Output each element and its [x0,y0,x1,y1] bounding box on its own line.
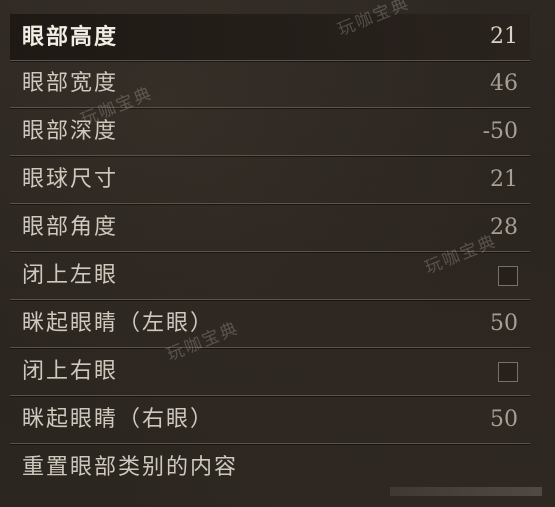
row-label: 眼球尺寸 [22,167,119,192]
menu-row-reset-eye-category[interactable]: 重置眼部类别的内容 [10,445,530,491]
row-value: 21 [490,167,518,192]
menu-row-eye-depth[interactable]: 眼部深度 -50 [10,109,530,156]
menu-row-eye-width[interactable]: 眼部宽度 46 [10,61,530,108]
row-label: 眼部高度 [22,24,119,50]
row-label: 眯起眼睛（右眼） [22,407,215,432]
menu-row-eyeball-size[interactable]: 眼球尺寸 21 [10,157,530,204]
row-value: 46 [490,71,518,96]
row-label: 闭上左眼 [22,263,119,288]
menu-row-squint-right-eye[interactable]: 眯起眼睛（右眼） 50 [10,397,530,444]
row-value: 50 [490,407,518,432]
menu-row-eye-angle[interactable]: 眼部角度 28 [10,205,530,252]
row-value: 28 [490,215,518,240]
menu-row-close-left-eye[interactable]: 闭上左眼 [10,253,530,300]
row-value: 50 [490,311,518,336]
menu-row-squint-left-eye[interactable]: 眯起眼睛（左眼） 50 [10,301,530,348]
row-label: 眼部深度 [22,119,119,144]
row-label: 眼部宽度 [22,71,119,96]
close-left-eye-checkbox[interactable] [498,266,518,286]
row-label: 眼部角度 [22,215,119,240]
menu-row-close-right-eye[interactable]: 闭上右眼 [10,349,530,396]
reset-eye-category-button-label: 重置眼部类别的内容 [22,455,239,480]
row-value: -50 [482,119,518,144]
row-value: 21 [490,24,518,49]
face-editor-panel: 眼部高度 21 眼部宽度 46 眼部深度 -50 眼球尺寸 21 眼部角度 28… [0,0,555,507]
menu-row-eye-height[interactable]: 眼部高度 21 [10,14,530,61]
row-label: 闭上右眼 [22,359,119,384]
row-label: 眯起眼睛（左眼） [22,311,215,336]
close-right-eye-checkbox[interactable] [498,362,518,382]
horizontal-scrollbar[interactable] [390,487,542,496]
